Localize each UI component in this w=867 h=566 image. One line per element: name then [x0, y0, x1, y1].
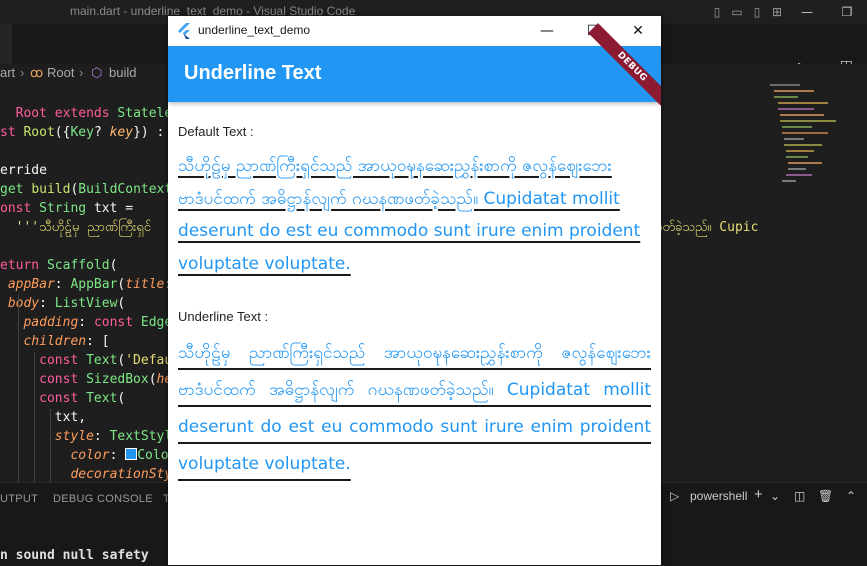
default-text-label: Default Text :: [178, 124, 254, 139]
vscode-minimize-icon[interactable]: —: [787, 5, 827, 19]
page-title: Underline Text: [184, 62, 322, 84]
tab-debug-console[interactable]: DEBUG CONSOLE: [53, 493, 153, 505]
minimize-button[interactable]: —: [524, 16, 570, 46]
chevron-up-icon[interactable]: ⌃: [846, 489, 856, 503]
minimap[interactable]: [770, 84, 850, 194]
breadcrumb-item[interactable]: art: [0, 65, 15, 80]
terminal-name[interactable]: powershell: [690, 489, 747, 503]
trash-icon[interactable]: 🗑: [818, 489, 833, 503]
vscode-titlebar-controls: ▯ ▭ ▯ ⊞ — ❐: [707, 0, 867, 24]
default-underlined-text: သီဟိုဠ်မှ ညာဏ်ကြီးရှင်သည် အာယုဝဍ္ဎနဆေးညွ…: [178, 156, 641, 274]
app-titlebar: underline_text_demo — ☐ ✕: [168, 16, 661, 46]
layout-sidebar-icon[interactable]: ▯: [707, 5, 727, 19]
class-icon: ꝏ: [30, 65, 44, 80]
method-icon: ⬡: [91, 65, 103, 80]
split-terminal-icon[interactable]: ◫: [794, 489, 805, 503]
active-tab[interactable]: [0, 24, 12, 64]
chevron-down-icon[interactable]: ⌄: [770, 489, 780, 503]
indent-guide: [18, 294, 19, 484]
breadcrumb-item[interactable]: build: [109, 65, 136, 80]
layout-panel-icon[interactable]: ▭: [727, 5, 747, 19]
chevron-right-icon: ›: [79, 65, 84, 80]
code-overflow-text: ဖတ်ခဲ့သည်။ Cupic: [655, 220, 759, 235]
add-terminal-icon[interactable]: +: [754, 486, 763, 503]
app-bar: Underline Text DEBUG: [168, 23, 661, 111]
color-swatch: [125, 448, 138, 460]
breadcrumb-item[interactable]: Root: [47, 65, 74, 80]
styled-underlined-text: သီဟိုဠ်မှ ညာဏ်ကြီးရှင်သည် အာယုဝဍ္ဎနဆေးညွ…: [178, 343, 651, 474]
app-window-title: underline_text_demo: [198, 23, 311, 37]
chevron-right-icon: ›: [20, 65, 25, 80]
terminal-icon: ▷: [670, 489, 680, 503]
layout-secondary-icon[interactable]: ▯: [747, 5, 767, 19]
underline-text-label: Underline Text :: [178, 309, 269, 324]
flutter-logo-icon: [178, 23, 190, 39]
indent-guide: [50, 409, 51, 482]
tab-output[interactable]: UTPUT: [0, 493, 38, 505]
code-editor[interactable]: Root extends Stateles st Root({Key? key}…: [0, 104, 758, 484]
terminal-output: n sound null safety: [0, 548, 149, 563]
close-button[interactable]: ✕: [615, 16, 661, 46]
customize-layout-icon[interactable]: ⊞: [767, 5, 787, 19]
vscode-restore-icon[interactable]: ❐: [827, 5, 867, 19]
indent-guide: [34, 352, 35, 482]
flutter-app-window: underline_text_demo — ☐ ✕ Underline Text…: [168, 16, 661, 565]
